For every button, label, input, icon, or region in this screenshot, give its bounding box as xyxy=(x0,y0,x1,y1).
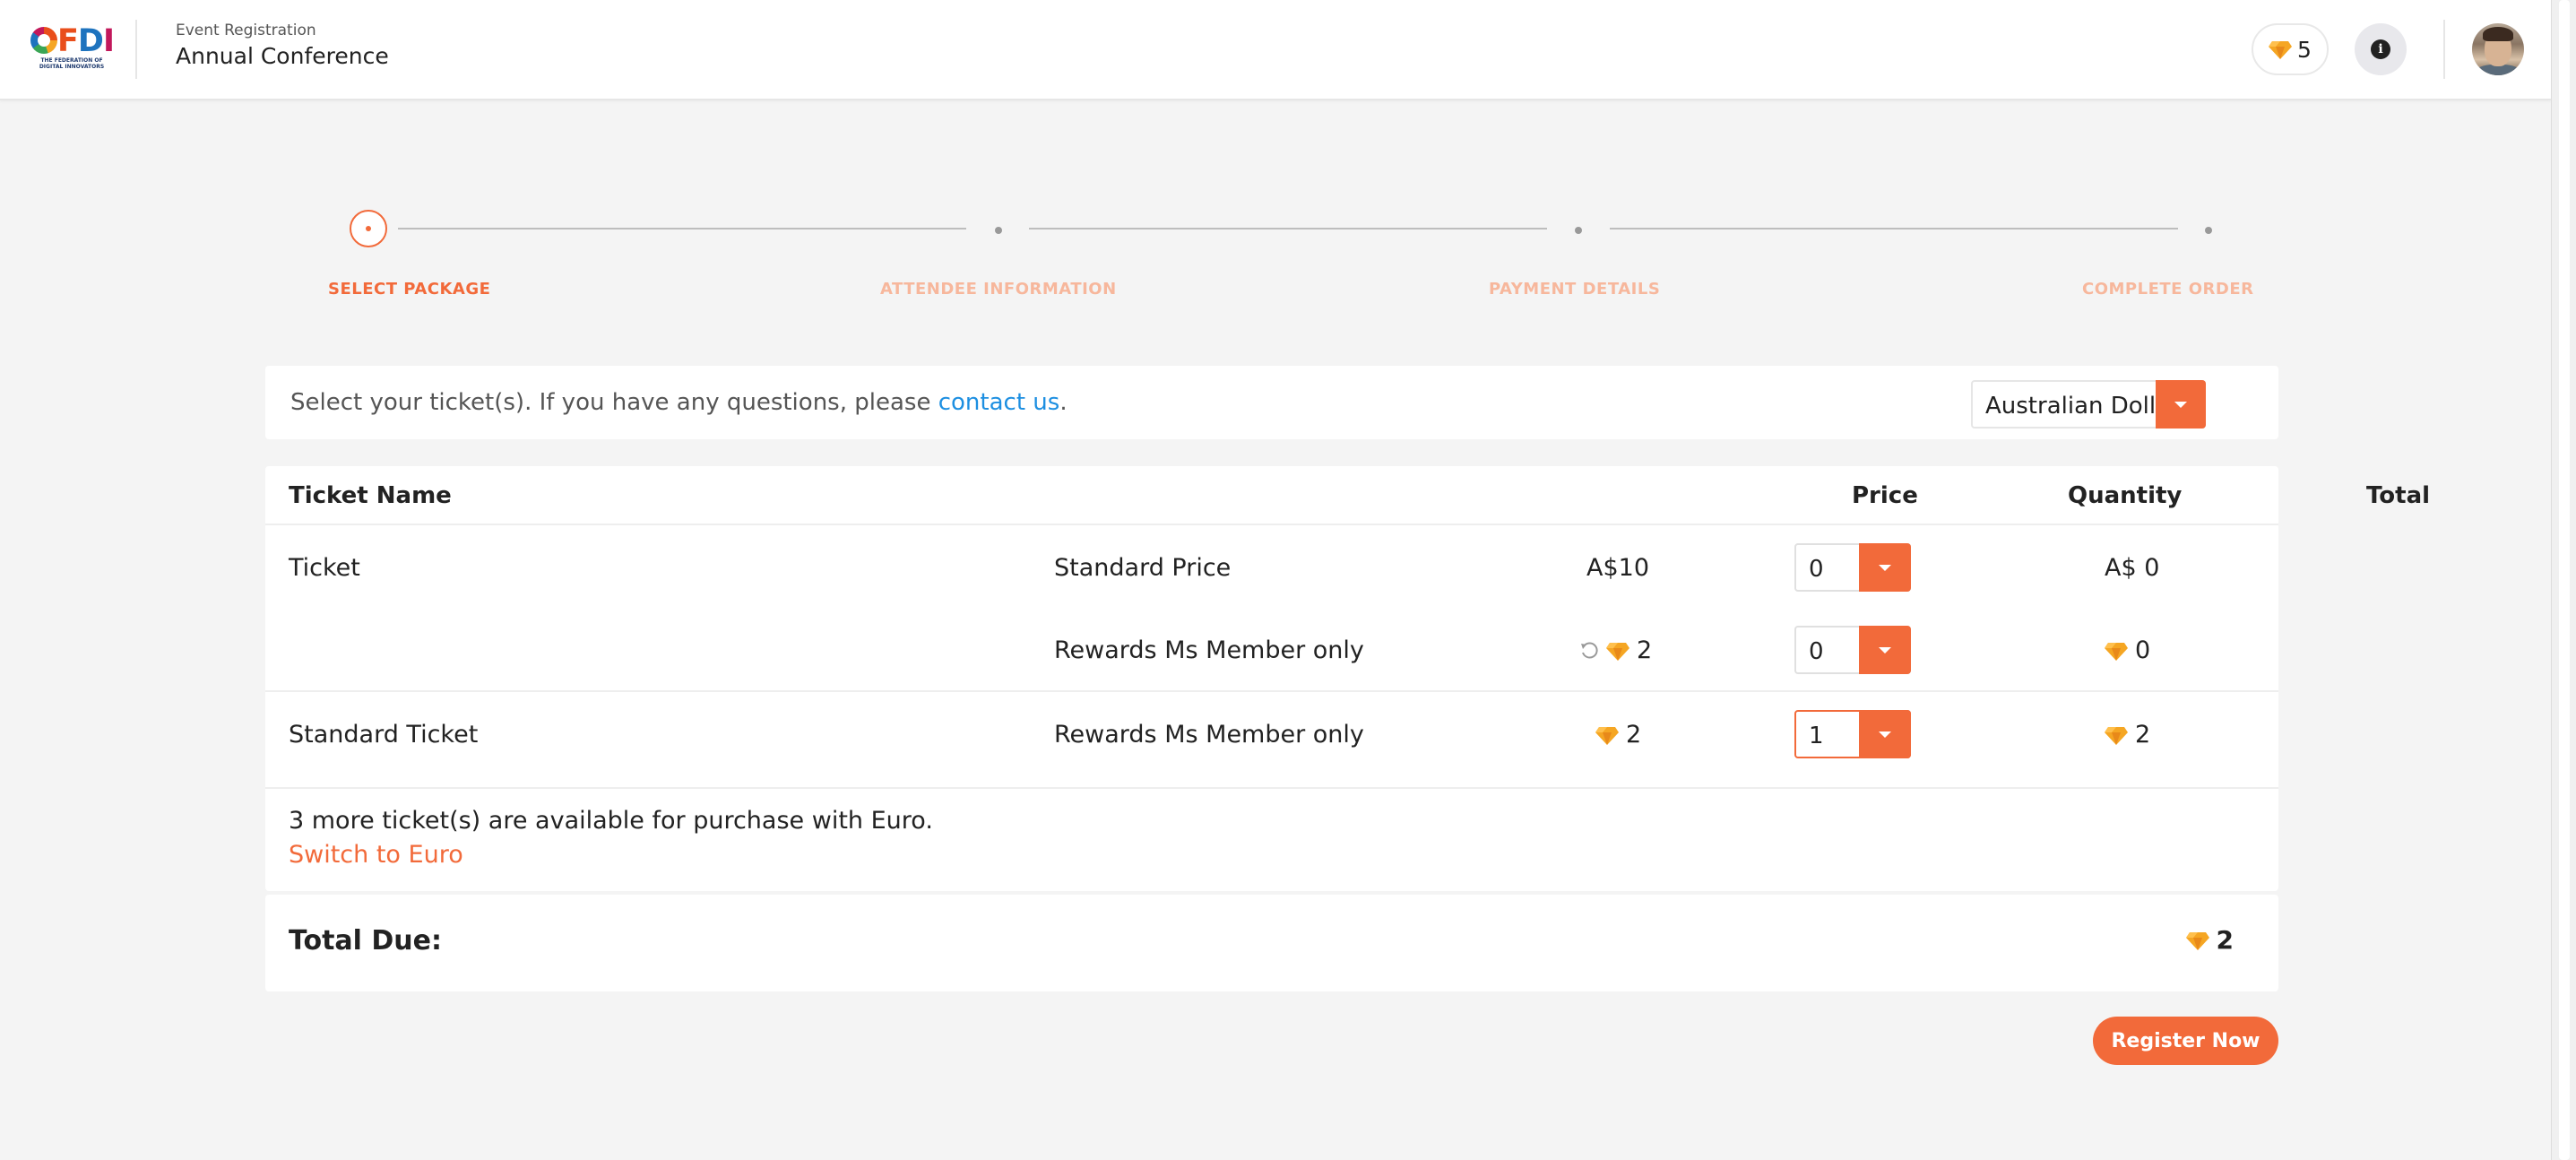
quantity-select[interactable]: 1 xyxy=(1794,710,1911,758)
ticket-price: A$10 xyxy=(1586,554,1650,582)
gem-icon xyxy=(2105,642,2128,661)
currency-dropdown-button[interactable] xyxy=(2156,380,2206,429)
step-connector xyxy=(398,228,966,229)
step-indicator-payment xyxy=(1575,227,1582,234)
logo-ring-icon xyxy=(30,27,57,54)
quantity-dropdown-button[interactable] xyxy=(1859,543,1911,592)
header-divider xyxy=(2443,20,2445,79)
fdi-logo[interactable]: FDI THE FEDERATION OF DIGITAL INNOVATORS xyxy=(30,23,115,72)
step-indicator-attendee xyxy=(995,227,1002,234)
caret-down-icon xyxy=(1879,646,1891,654)
logo-text: FDI xyxy=(57,23,115,59)
quantity-select[interactable]: 0 xyxy=(1794,543,1911,592)
refresh-icon[interactable] xyxy=(1579,641,1599,661)
row-total: A$ 0 xyxy=(2105,554,2160,582)
step-label-select-package: SELECT PACKAGE xyxy=(328,280,491,299)
info-button[interactable]: i xyxy=(2355,23,2407,75)
price-type: Standard Price xyxy=(1054,554,1232,582)
step-label-attendee-information: ATTENDEE INFORMATION xyxy=(880,280,1117,299)
ticket-name: Standard Ticket xyxy=(289,721,479,749)
euro-availability-note: 3 more ticket(s) are available for purch… xyxy=(289,807,933,835)
column-header-price: Price xyxy=(1852,482,1918,509)
column-header-quantity: Quantity xyxy=(2068,482,2183,509)
page-scrollbar[interactable] xyxy=(2551,0,2576,1160)
caret-down-icon xyxy=(1879,731,1891,738)
gem-icon xyxy=(2269,41,2293,59)
points-count: 5 xyxy=(2297,36,2312,63)
info-icon: i xyxy=(2371,39,2390,59)
top-header: FDI THE FEDERATION OF DIGITAL INNOVATORS… xyxy=(0,0,2551,100)
price-type: Rewards Ms Member only xyxy=(1054,721,1364,749)
row-total: 0 xyxy=(2105,636,2150,664)
step-indicator-complete xyxy=(2205,227,2212,234)
switch-to-euro-link[interactable]: Switch to Euro xyxy=(289,841,463,869)
currency-select[interactable]: Australian Dollar xyxy=(1971,380,2206,429)
row-divider xyxy=(265,524,2278,525)
gem-icon xyxy=(1606,642,1629,661)
total-due-label: Total Due: xyxy=(289,925,443,957)
ticket-price: 2 xyxy=(1595,721,1641,749)
avatar[interactable] xyxy=(2472,23,2524,75)
breadcrumb-parent: Event Registration xyxy=(176,22,316,39)
total-due-value: 2 xyxy=(2185,925,2234,955)
currency-selected-value: Australian Dollar xyxy=(1985,393,2180,420)
quantity-value: 0 xyxy=(1809,556,1824,583)
step-label-complete-order: COMPLETE ORDER xyxy=(2082,280,2254,299)
gem-icon xyxy=(1595,726,1619,745)
step-label-payment-details: PAYMENT DETAILS xyxy=(1489,280,1661,299)
total-due-card: Total Due: 2 xyxy=(265,895,2278,991)
quantity-dropdown-button[interactable] xyxy=(1859,710,1911,758)
quantity-dropdown-button[interactable] xyxy=(1859,626,1911,674)
points-badge[interactable]: 5 xyxy=(2252,23,2329,75)
caret-down-icon xyxy=(2174,401,2187,408)
row-divider xyxy=(265,787,2278,789)
ticket-instructions-bar: Select your ticket(s). If you have any q… xyxy=(265,366,2278,439)
column-header-ticket-name: Ticket Name xyxy=(289,482,452,509)
instructions-text: Select your ticket(s). If you have any q… xyxy=(290,389,1068,416)
gem-icon xyxy=(2185,931,2209,950)
ticket-table: Ticket Name Price Quantity Total Ticket … xyxy=(265,466,2430,891)
quantity-select[interactable]: 0 xyxy=(1794,626,1911,674)
price-type: Rewards Ms Member only xyxy=(1054,636,1364,664)
caret-down-icon xyxy=(1879,564,1891,571)
header-divider xyxy=(135,20,137,79)
quantity-value: 0 xyxy=(1809,638,1824,665)
page-title: Annual Conference xyxy=(176,43,389,69)
gem-icon xyxy=(2105,726,2128,745)
quantity-value: 1 xyxy=(1809,723,1824,749)
column-header-total: Total xyxy=(2366,482,2431,509)
register-now-button[interactable]: Register Now xyxy=(2093,1017,2278,1065)
step-connector xyxy=(1610,228,2178,229)
row-total: 2 xyxy=(2105,721,2150,749)
step-indicator-select-package xyxy=(350,210,387,247)
contact-us-link[interactable]: contact us xyxy=(938,389,1060,416)
row-divider xyxy=(265,690,2278,692)
step-connector xyxy=(1029,228,1547,229)
ticket-name: Ticket xyxy=(289,554,360,582)
logo-subtitle: THE FEDERATION OF DIGITAL INNOVATORS xyxy=(39,57,105,70)
scrollbar-thumb[interactable] xyxy=(2559,0,2570,1160)
ticket-price: 2 xyxy=(1579,636,1652,664)
